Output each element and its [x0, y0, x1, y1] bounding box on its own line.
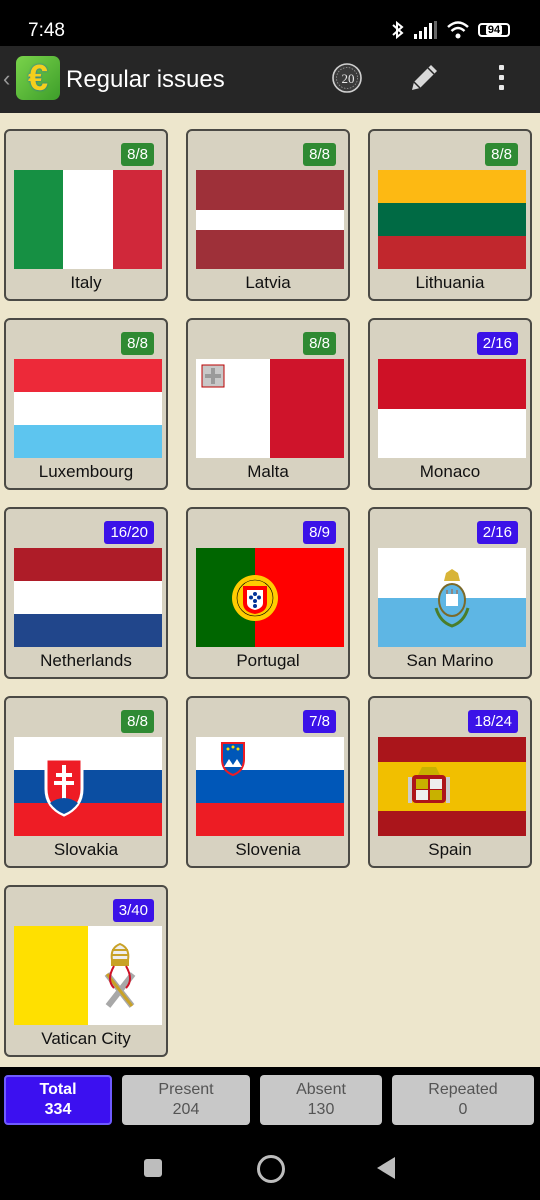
italy-flag-icon	[14, 170, 162, 269]
summary-total-button[interactable]: Total 334	[4, 1075, 112, 1125]
country-card-monaco[interactable]: 2/16 Monaco	[368, 318, 532, 490]
summary-value: 334	[44, 1101, 72, 1118]
summary-value: 0	[458, 1101, 468, 1118]
battery-icon: 94	[478, 23, 510, 37]
netherlands-flag-icon	[14, 548, 162, 647]
status-bar: 7:48 94	[0, 0, 540, 46]
country-card-portugal[interactable]: 8/9 Portugal	[186, 507, 350, 679]
bluetooth-icon	[392, 20, 404, 40]
summary-present-button[interactable]: Present 204	[122, 1075, 250, 1125]
battery-level: 94	[485, 24, 503, 36]
count-badge: 8/8	[303, 143, 336, 166]
latvia-flag-icon	[196, 170, 344, 269]
monaco-flag-icon	[378, 359, 526, 458]
portugal-flag-icon	[196, 548, 344, 647]
country-card-san-marino[interactable]: 2/16 San Marino	[368, 507, 532, 679]
count-badge: 8/9	[303, 521, 336, 544]
summary-bar: Total 334 Present 204 Absent 130 Repeated 0	[0, 1067, 540, 1133]
country-grid: 8/8 Italy 8/8 Latvia 8/8 Lithuania 8/8 Luxembou…	[0, 113, 540, 1067]
coin-label: 20	[342, 71, 355, 86]
count-badge: 2/16	[476, 521, 518, 544]
country-card-spain[interactable]: 18/24 Spain	[368, 696, 532, 868]
status-time: 7:48	[28, 20, 65, 41]
summary-label: Total	[39, 1081, 77, 1098]
more-options-icon[interactable]	[494, 62, 508, 96]
summary-absent-button[interactable]: Absent 130	[260, 1075, 382, 1125]
count-badge: 18/24	[468, 710, 518, 733]
recent-apps-icon[interactable]	[144, 1159, 162, 1177]
country-name: Luxembourg	[38, 462, 134, 481]
status-icons: 94	[391, 18, 510, 42]
country-name: Lithuania	[415, 273, 485, 292]
summary-label: Repeated	[428, 1081, 498, 1098]
country-name: Italy	[70, 273, 102, 292]
count-badge: 8/8	[303, 332, 336, 355]
country-card-lithuania[interactable]: 8/8 Lithuania	[368, 129, 532, 301]
country-card-malta[interactable]: 8/8 Malta	[186, 318, 350, 490]
country-card-italy[interactable]: 8/8 Italy	[4, 129, 168, 301]
summary-label: Present	[158, 1081, 214, 1098]
country-name: Slovakia	[53, 840, 119, 859]
country-name: San Marino	[406, 651, 494, 670]
summary-repeated-button[interactable]: Repeated 0	[392, 1075, 534, 1125]
country-name: Monaco	[419, 462, 481, 481]
summary-value: 130	[307, 1101, 335, 1118]
country-name: Portugal	[236, 651, 300, 670]
count-badge: 8/8	[485, 143, 518, 166]
home-icon[interactable]	[257, 1155, 285, 1183]
lithuania-flag-icon	[378, 170, 526, 269]
count-badge: 16/20	[104, 521, 154, 544]
vatican-city-flag-icon	[14, 926, 162, 1025]
san-marino-flag-icon	[378, 548, 526, 647]
country-name: Latvia	[245, 273, 291, 292]
country-name: Malta	[247, 462, 289, 481]
signal-icon	[414, 21, 437, 39]
toolbar: ‹ € Regular issues 20	[0, 46, 540, 113]
summary-value: 204	[172, 1101, 200, 1118]
country-name: Slovenia	[235, 840, 301, 859]
back-icon[interactable]	[377, 1157, 395, 1179]
country-name: Vatican City	[41, 1029, 131, 1048]
count-badge: 2/16	[476, 332, 518, 355]
malta-flag-icon	[196, 359, 344, 458]
slovakia-flag-icon	[14, 737, 162, 836]
country-card-slovakia[interactable]: 8/8 Slovakia	[4, 696, 168, 868]
country-card-vatican-city[interactable]: 3/40 Vatican City	[4, 885, 168, 1057]
country-card-slovenia[interactable]: 7/8 Slovenia	[186, 696, 350, 868]
count-badge: 8/8	[121, 143, 154, 166]
spain-flag-icon	[378, 737, 526, 836]
count-badge: 7/8	[303, 710, 336, 733]
country-card-latvia[interactable]: 8/8 Latvia	[186, 129, 350, 301]
navigation-bar	[0, 1133, 540, 1200]
summary-label: Absent	[296, 1081, 346, 1098]
count-badge: 8/8	[121, 710, 154, 733]
app-logo[interactable]: €	[16, 56, 60, 100]
coin-icon[interactable]: 20	[331, 62, 363, 94]
slovenia-flag-icon	[196, 737, 344, 836]
country-name: Netherlands	[40, 651, 132, 670]
count-badge: 8/8	[121, 332, 154, 355]
country-card-netherlands[interactable]: 16/20 Netherlands	[4, 507, 168, 679]
page-title: Regular issues	[66, 66, 225, 93]
euro-logo-symbol: €	[27, 57, 49, 98]
wifi-icon	[447, 21, 469, 39]
back-chevron-icon[interactable]: ‹	[3, 66, 10, 92]
pencil-icon[interactable]	[406, 60, 442, 96]
country-name: Spain	[428, 840, 472, 859]
count-badge: 3/40	[112, 899, 154, 922]
luxembourg-flag-icon	[14, 359, 162, 458]
country-card-luxembourg[interactable]: 8/8 Luxembourg	[4, 318, 168, 490]
